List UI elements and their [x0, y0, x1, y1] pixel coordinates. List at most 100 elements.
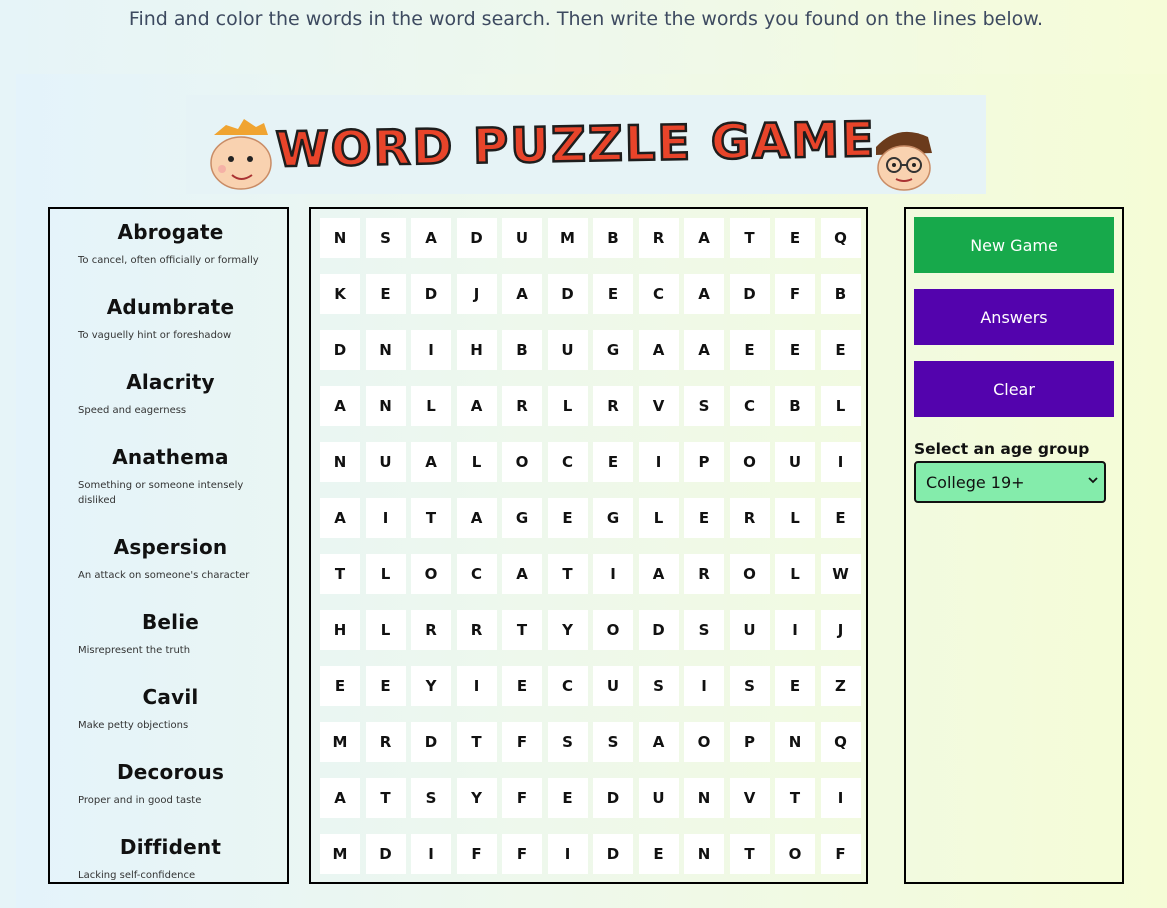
grid-cell[interactable]: T: [729, 834, 770, 874]
grid-cell[interactable]: A: [411, 218, 451, 258]
grid-cell[interactable]: F: [820, 834, 861, 874]
grid-cell[interactable]: C: [547, 666, 588, 706]
grid-cell[interactable]: Y: [456, 778, 497, 818]
grid-cell[interactable]: O: [502, 442, 542, 482]
grid-cell[interactable]: B: [820, 274, 861, 314]
grid-cell[interactable]: D: [638, 610, 679, 650]
grid-cell[interactable]: R: [365, 722, 406, 762]
grid-cell[interactable]: I: [456, 666, 497, 706]
grid-cell[interactable]: D: [411, 274, 451, 314]
grid-cell[interactable]: O: [593, 610, 633, 650]
grid-cell[interactable]: D: [593, 778, 633, 818]
grid-cell[interactable]: T: [775, 778, 815, 818]
grid-cell[interactable]: T: [411, 498, 451, 538]
grid-cell[interactable]: E: [775, 218, 815, 258]
grid-cell[interactable]: R: [502, 386, 542, 426]
grid-cell[interactable]: R: [411, 610, 451, 650]
grid-cell[interactable]: S: [411, 778, 451, 818]
grid-cell[interactable]: I: [411, 330, 451, 370]
grid-cell[interactable]: R: [593, 386, 633, 426]
grid-cell[interactable]: A: [456, 498, 497, 538]
grid-cell[interactable]: N: [320, 218, 360, 258]
grid-cell[interactable]: L: [547, 386, 588, 426]
grid-cell[interactable]: S: [638, 666, 679, 706]
grid-cell[interactable]: E: [820, 498, 861, 538]
grid-cell[interactable]: U: [638, 778, 679, 818]
grid-cell[interactable]: Q: [820, 218, 861, 258]
grid-cell[interactable]: M: [320, 722, 360, 762]
grid-cell[interactable]: F: [775, 274, 815, 314]
grid-cell[interactable]: T: [502, 610, 542, 650]
grid-cell[interactable]: I: [593, 554, 633, 594]
grid-cell[interactable]: E: [547, 498, 588, 538]
grid-cell[interactable]: F: [502, 834, 542, 874]
grid-cell[interactable]: I: [775, 610, 815, 650]
grid-cell[interactable]: S: [593, 722, 633, 762]
grid-cell[interactable]: Q: [820, 722, 861, 762]
grid-cell[interactable]: S: [729, 666, 770, 706]
grid-cell[interactable]: O: [775, 834, 815, 874]
grid-cell[interactable]: H: [456, 330, 497, 370]
grid-cell[interactable]: U: [729, 610, 770, 650]
grid-cell[interactable]: N: [320, 442, 360, 482]
grid-cell[interactable]: A: [684, 274, 724, 314]
grid-cell[interactable]: E: [365, 666, 406, 706]
grid-cell[interactable]: I: [820, 442, 861, 482]
grid-cell[interactable]: E: [775, 330, 815, 370]
grid-cell[interactable]: N: [775, 722, 815, 762]
grid-cell[interactable]: V: [729, 778, 770, 818]
grid-cell[interactable]: J: [456, 274, 497, 314]
grid-cell[interactable]: L: [638, 498, 679, 538]
grid-cell[interactable]: A: [320, 778, 360, 818]
grid-cell[interactable]: A: [456, 386, 497, 426]
clear-button[interactable]: Clear: [914, 361, 1114, 417]
grid-cell[interactable]: I: [684, 666, 724, 706]
grid-cell[interactable]: E: [593, 274, 633, 314]
grid-cell[interactable]: S: [547, 722, 588, 762]
grid-cell[interactable]: W: [820, 554, 861, 594]
grid-cell[interactable]: A: [684, 218, 724, 258]
grid-cell[interactable]: T: [456, 722, 497, 762]
answers-button[interactable]: Answers: [914, 289, 1114, 345]
grid-cell[interactable]: O: [411, 554, 451, 594]
grid-cell[interactable]: L: [365, 554, 406, 594]
grid-cell[interactable]: A: [638, 722, 679, 762]
grid-cell[interactable]: U: [547, 330, 588, 370]
grid-cell[interactable]: L: [456, 442, 497, 482]
grid-cell[interactable]: A: [638, 330, 679, 370]
grid-cell[interactable]: F: [456, 834, 497, 874]
grid-cell[interactable]: D: [729, 274, 770, 314]
grid-cell[interactable]: D: [456, 218, 497, 258]
grid-cell[interactable]: D: [593, 834, 633, 874]
grid-cell[interactable]: E: [729, 330, 770, 370]
grid-cell[interactable]: L: [411, 386, 451, 426]
grid-cell[interactable]: R: [729, 498, 770, 538]
grid-cell[interactable]: G: [593, 330, 633, 370]
grid-cell[interactable]: B: [593, 218, 633, 258]
grid-cell[interactable]: N: [684, 834, 724, 874]
grid-cell[interactable]: Z: [820, 666, 861, 706]
grid-cell[interactable]: O: [684, 722, 724, 762]
grid-cell[interactable]: E: [365, 274, 406, 314]
grid-cell[interactable]: V: [638, 386, 679, 426]
grid-cell[interactable]: L: [775, 498, 815, 538]
grid-cell[interactable]: I: [365, 498, 406, 538]
grid-cell[interactable]: A: [502, 554, 542, 594]
grid-cell[interactable]: L: [775, 554, 815, 594]
grid-cell[interactable]: O: [729, 442, 770, 482]
grid-cell[interactable]: S: [684, 610, 724, 650]
grid-cell[interactable]: R: [684, 554, 724, 594]
grid-cell[interactable]: G: [502, 498, 542, 538]
grid-cell[interactable]: E: [684, 498, 724, 538]
grid-cell[interactable]: S: [684, 386, 724, 426]
grid-cell[interactable]: A: [502, 274, 542, 314]
grid-cell[interactable]: U: [593, 666, 633, 706]
grid-cell[interactable]: O: [729, 554, 770, 594]
grid-cell[interactable]: I: [820, 778, 861, 818]
grid-cell[interactable]: F: [502, 722, 542, 762]
grid-cell[interactable]: T: [729, 218, 770, 258]
grid-cell[interactable]: U: [502, 218, 542, 258]
grid-cell[interactable]: S: [365, 218, 406, 258]
grid-cell[interactable]: T: [547, 554, 588, 594]
grid-cell[interactable]: C: [547, 442, 588, 482]
